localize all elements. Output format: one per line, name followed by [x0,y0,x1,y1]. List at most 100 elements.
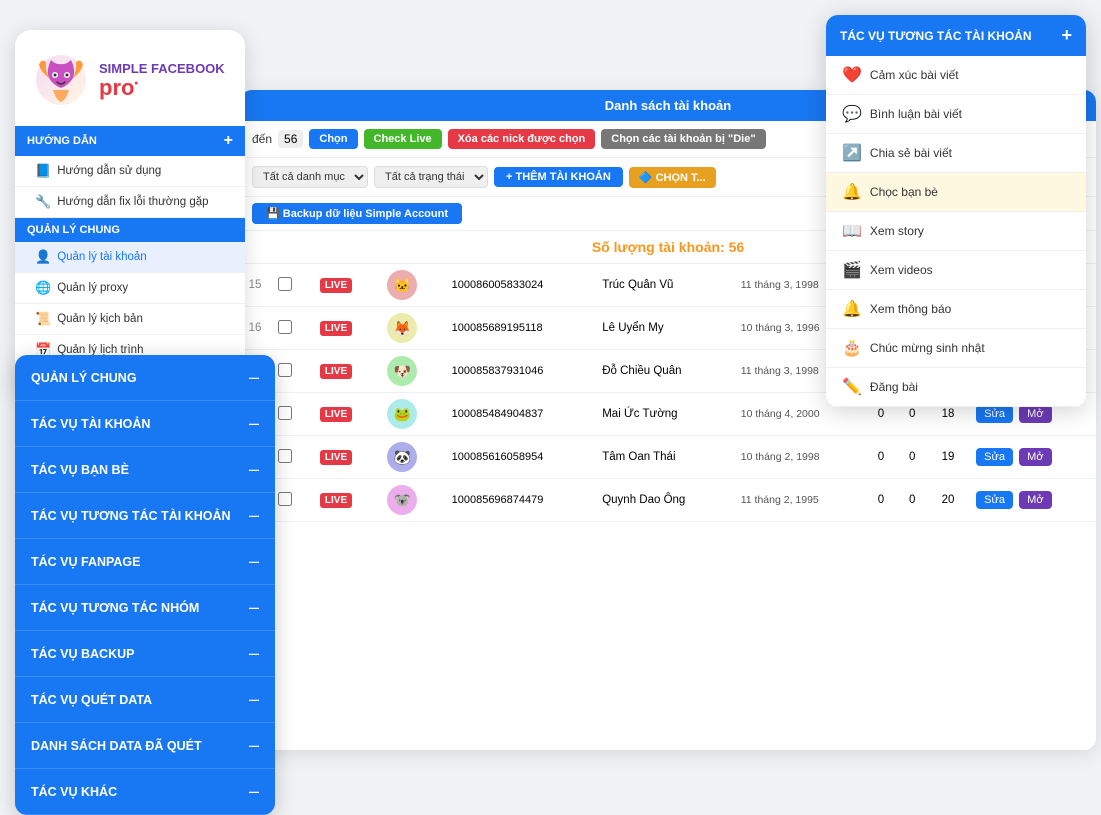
minus-icon-5: – [249,597,259,618]
rp-label-7: Chúc mừng sinh nhật [870,341,985,355]
rp-label-6: Xem thông báo [870,302,951,316]
btn-mo-4[interactable]: Mở [1019,448,1051,466]
sidebar-item-huongdan-fix[interactable]: 🔧 Hướng dẫn fix lỗi thường gặp [15,187,245,218]
toolbar-to-label: đến [252,132,272,146]
row-dob: 11 tháng 2, 1995 [733,479,866,522]
minus-icon-0: – [249,367,259,388]
right-panel-item-2[interactable]: ↗️ Chia sẻ bài viết [826,134,1086,173]
right-panel-item-4[interactable]: 📖 Xem story [826,212,1086,251]
section-header-huongdan: HƯỚNG DẪN + [15,126,245,156]
sidebar-blue-item-backup[interactable]: TÁC VỤ BACKUP – [15,631,275,677]
sidebar-blue-item-tacvutaikhoan[interactable]: TÁC VỤ TÀI KHOẢN – [15,401,275,447]
btn-sua-4[interactable]: Sửa [976,448,1013,466]
sidebar-blue-item-tacvukhac[interactable]: TÁC VỤ KHÁC – [15,769,275,815]
rp-label-8: Đăng bài [870,380,918,394]
row-status: LIVE [312,393,379,436]
sidebar-blue-item-tuongtacnhom[interactable]: TÁC VỤ TƯƠNG TÁC NHÓM – [15,585,275,631]
row-name: Trúc Quân Vũ [594,264,733,307]
btn-sua-5[interactable]: Sửa [976,491,1013,509]
sidebar-item-huongdan-sudung[interactable]: 📘 Hướng dẫn sử dụng [15,156,245,187]
right-panel-items: ❤️ Cảm xúc bài viết💬 Bình luận bài viết↗… [826,56,1086,407]
right-panel-item-1[interactable]: 💬 Bình luận bài viết [826,95,1086,134]
select-trangthai[interactable]: Tất cả trạng thái [374,166,488,188]
row-uid: 100085484904837 [444,393,595,436]
plus-icon[interactable]: + [1061,25,1072,46]
row-checkbox[interactable] [270,479,312,522]
sidebar-item-kichban[interactable]: 📜 Quản lý kịch bản [15,304,245,335]
row-col1: 0 [865,479,896,522]
right-panel-tuongtac: TÁC VỤ TƯƠNG TÁC TÀI KHOẢN + ❤️ Cảm xúc … [826,15,1086,407]
row-col2: 0 [897,479,928,522]
right-panel-item-3[interactable]: 🔔 Chọc bạn bè [826,173,1086,212]
globe-icon: 🌐 [35,280,51,296]
row-avatar: 🐨 [379,479,443,522]
right-panel-item-6[interactable]: 🔔 Xem thông báo [826,290,1086,329]
sidebar-blue-item-tacvutuongtac[interactable]: TÁC VỤ TƯƠNG TÁC TÀI KHOẢN – [15,493,275,539]
row-status: LIVE [312,479,379,522]
row-status: LIVE [312,307,379,350]
logo-icon [31,50,91,110]
sidebar-item-taikhoan[interactable]: 👤 Quản lý tài khoản [15,242,245,273]
right-panel-header: TÁC VỤ TƯƠNG TÁC TÀI KHOẢN + [826,15,1086,56]
btn-mo-5[interactable]: Mở [1019,491,1051,509]
select-danhmuc[interactable]: Tất cả danh mục [252,166,368,188]
row-uid: 100085696874479 [444,479,595,522]
btn-mo-3[interactable]: Mở [1019,405,1051,423]
rp-icon-6: 🔔 [842,299,862,319]
rp-icon-5: 🎬 [842,260,862,280]
rp-icon-7: 🎂 [842,338,862,358]
right-panel-item-7[interactable]: 🎂 Chúc mừng sinh nhật [826,329,1086,368]
rp-icon-4: 📖 [842,221,862,241]
row-checkbox[interactable] [270,436,312,479]
logo-area: SIMPLE FACEBOOK pro• [15,30,245,126]
scroll-icon: 📜 [35,311,51,327]
btn-chon-bi[interactable]: Chọn các tài khoản bị "Die" [601,129,765,149]
btn-sua-3[interactable]: Sửa [976,405,1013,423]
right-panel-item-5[interactable]: 🎬 Xem videos [826,251,1086,290]
btn-xoa[interactable]: Xóa các nick được chọn [448,129,596,149]
minus-icon-1: – [249,413,259,434]
row-status: LIVE [312,350,379,393]
row-col3: 20 [928,479,968,522]
btn-backup[interactable]: 💾 Backup dữ liệu Simple Account [252,203,462,224]
row-name: Quynh Dao Ông [594,479,733,522]
row-uid: 100086005833024 [444,264,595,307]
row-col2: 0 [897,436,928,479]
right-panel-item-0[interactable]: ❤️ Cảm xúc bài viết [826,56,1086,95]
row-avatar: 🐸 [379,393,443,436]
btn-chon-tai[interactable]: 🔷 CHỌN T... [629,167,716,188]
expand-huongdan-icon[interactable]: + [224,132,233,150]
sidebar-blue-item-quetdata[interactable]: TÁC VỤ QUÉT DATA – [15,677,275,723]
sidebar-white-card: SIMPLE FACEBOOK pro• HƯỚNG DẪN + 📘 Hướng… [15,30,245,397]
row-actions: Sửa Mở [968,436,1096,479]
rp-label-2: Chia sẻ bài viết [870,146,952,160]
row-name: Mai Ức Tường [594,393,733,436]
row-name: Lê Uyển My [594,307,733,350]
row-status: LIVE [312,264,379,307]
table-row: 19 LIVE 🐼 100085616058954 Tâm Oan Thái 1… [240,436,1096,479]
minus-icon-6: – [249,643,259,664]
row-checkbox[interactable] [270,264,312,307]
row-checkbox[interactable] [270,307,312,350]
sidebar-blue-item-danhsachdata[interactable]: DANH SÁCH DATA ĐÃ QUÉT – [15,723,275,769]
row-col1: 0 [865,436,896,479]
btn-check-live[interactable]: Check Live [364,129,442,149]
sidebar-blue-item-fanpage[interactable]: TÁC VỤ FANPAGE – [15,539,275,585]
sidebar-section-huongdan: HƯỚNG DẪN + 📘 Hướng dẫn sử dụng 🔧 Hướng … [15,126,245,218]
row-checkbox[interactable] [270,350,312,393]
rp-label-0: Cảm xúc bài viết [870,68,959,82]
sidebar-blue-item-tacvubanbe[interactable]: TÁC VỤ BẠN BÈ – [15,447,275,493]
sidebar-item-proxy[interactable]: 🌐 Quản lý proxy [15,273,245,304]
row-col3: 19 [928,436,968,479]
wrench-icon: 🔧 [35,194,51,210]
rp-label-1: Bình luận bài viết [870,107,962,121]
sidebar-blue: QUẢN LÝ CHUNG – TÁC VỤ TÀI KHOẢN – TÁC V… [15,355,275,815]
btn-them-taikhoan[interactable]: + THÊM TÀI KHOẢN [494,167,623,187]
table-row: 20 LIVE 🐨 100085696874479 Quynh Dao Ông … [240,479,1096,522]
sidebar-blue-item-quanly[interactable]: QUẢN LÝ CHUNG – [15,355,275,401]
btn-chon[interactable]: Chọn [309,129,357,149]
right-panel-item-8[interactable]: ✏️ Đăng bài [826,368,1086,407]
minus-icon-9: – [249,781,259,802]
row-uid: 100085689195118 [444,307,595,350]
row-checkbox[interactable] [270,393,312,436]
